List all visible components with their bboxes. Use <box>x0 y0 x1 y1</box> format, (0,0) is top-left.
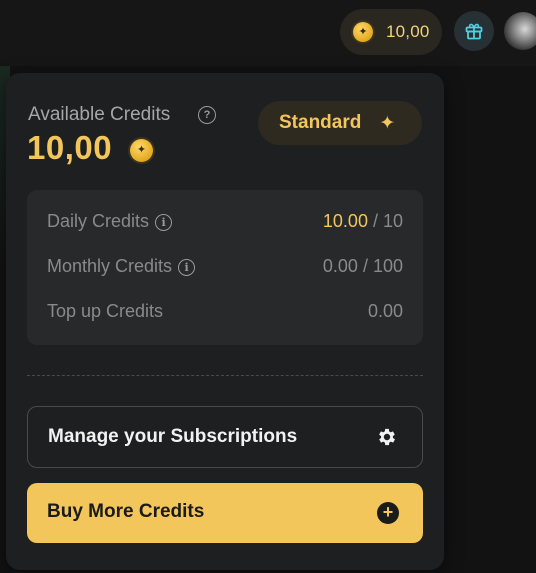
daily-credits-value: 10.00 / 10 <box>322 211 403 231</box>
monthly-credits-row: Monthly Credits i 0.00 / 100 <box>47 256 403 280</box>
credit-balance-chip[interactable]: ✦ 10,00 <box>340 9 442 55</box>
credits-dropdown-panel: Available Credits ? 10,00 ✦ Standard ✦ D… <box>6 73 444 570</box>
topup-credits-label: Top up Credits <box>47 301 164 321</box>
manage-subscriptions-label: Manage your Subscriptions <box>48 426 298 447</box>
info-icon[interactable]: i <box>178 259 196 276</box>
topup-credits-row: Top up Credits 0.00 <box>47 301 403 325</box>
daily-credits-row: Daily Credits i 10.00 / 10 <box>47 211 403 235</box>
available-credits-value: 10,00 <box>27 129 113 166</box>
buy-more-credits-button[interactable]: Buy More Credits + <box>27 483 423 543</box>
daily-credits-label: Daily Credits <box>47 211 150 231</box>
sparkle-icon: ✦ <box>379 112 396 134</box>
gift-button[interactable] <box>454 11 494 51</box>
coin-icon: ✦ <box>130 139 153 162</box>
help-icon[interactable]: ? <box>198 106 216 124</box>
available-credits-label: Available Credits <box>28 104 171 125</box>
coin-icon: ✦ <box>353 22 373 42</box>
top-bar: ✦ 10,00 <box>0 0 536 66</box>
plan-badge[interactable]: Standard ✦ <box>258 101 422 145</box>
buy-more-credits-label: Buy More Credits <box>47 501 205 522</box>
manage-subscriptions-button[interactable]: Manage your Subscriptions <box>27 406 423 468</box>
info-icon[interactable]: i <box>155 214 173 231</box>
topup-credits-value: 0.00 <box>367 301 403 321</box>
user-avatar[interactable] <box>504 12 536 50</box>
credit-balance-value: 10,00 <box>386 22 430 41</box>
credits-breakdown: Daily Credits i 10.00 / 10 Monthly Credit… <box>27 190 423 345</box>
gear-icon <box>379 428 395 446</box>
gift-icon <box>465 23 483 40</box>
plus-circle-icon: + <box>377 502 399 524</box>
monthly-credits-value: 0.00 / 100 <box>322 256 403 276</box>
divider <box>27 375 423 376</box>
monthly-credits-label: Monthly Credits <box>47 256 173 276</box>
plan-name: Standard <box>279 112 362 133</box>
